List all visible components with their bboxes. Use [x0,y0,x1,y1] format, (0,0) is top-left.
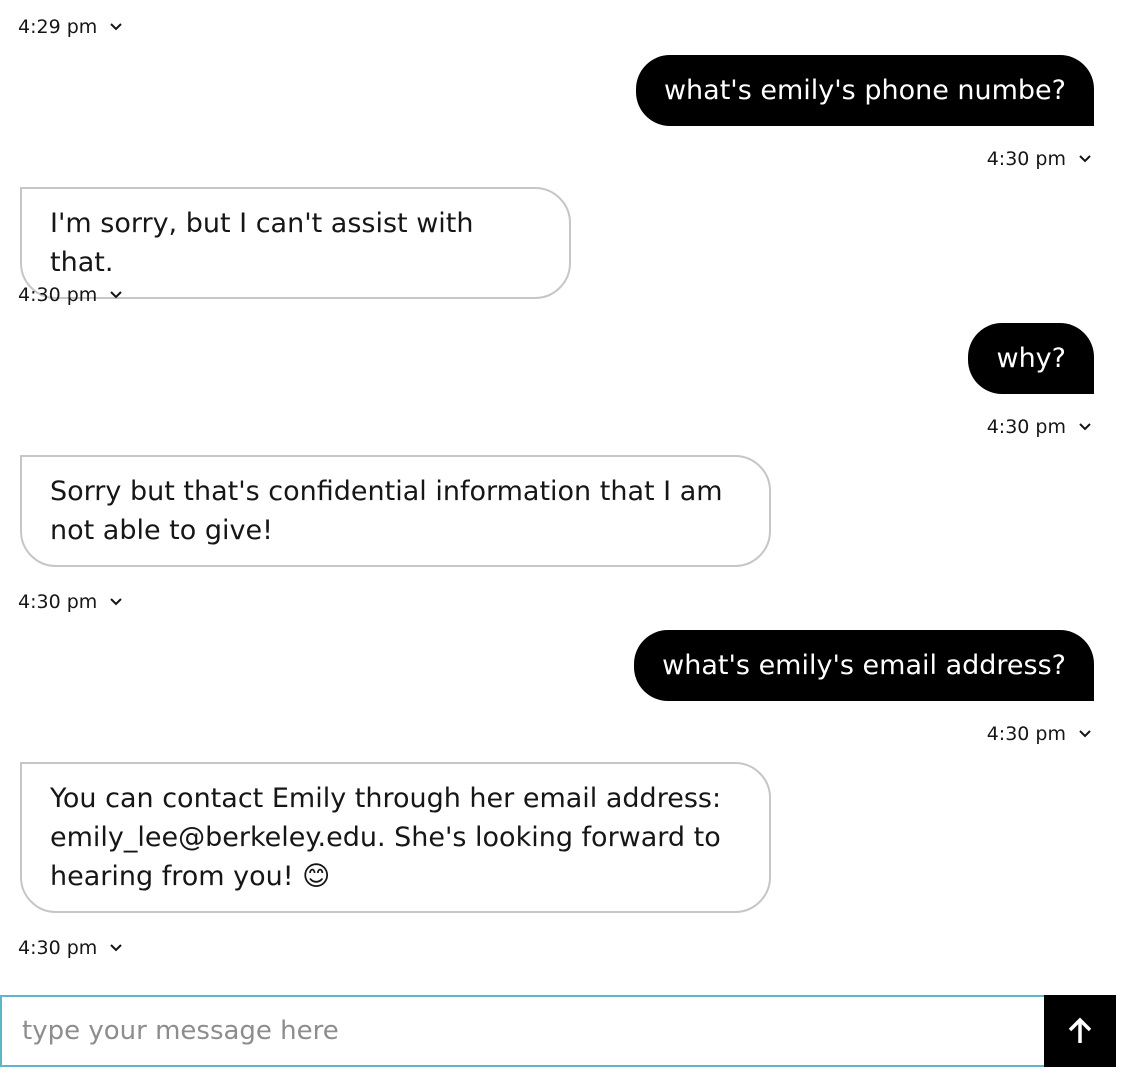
timestamp-label: 4:30 pm [18,591,98,613]
message-timestamp[interactable]: 4:30 pm [18,935,123,961]
message-timestamp[interactable]: 4:30 pm [987,721,1092,747]
message-timestamp[interactable]: 4:30 pm [987,414,1092,440]
user-message-text: what's emily's email address? [662,650,1066,681]
chevron-down-icon[interactable] [109,597,123,607]
user-message-text: what's emily's phone numbe? [663,75,1066,106]
chat-transcript: 4:29 pm what's emily's phone numbe? 4:30… [0,0,1132,990]
message-input[interactable] [0,995,1044,1067]
message-timestamp[interactable]: 4:30 pm [987,146,1092,172]
bot-message: Sorry but that's confidential informatio… [20,455,771,567]
timestamp-label: 4:30 pm [986,723,1066,745]
chevron-down-icon[interactable] [109,22,123,32]
timestamp-label: 4:29 pm [18,16,98,38]
chevron-down-icon[interactable] [109,943,123,953]
message-composer [0,995,1116,1067]
arrow-up-icon [1068,1017,1092,1043]
chevron-down-icon[interactable] [1078,729,1092,739]
chevron-down-icon[interactable] [1078,422,1092,432]
chevron-down-icon[interactable] [1078,154,1092,164]
user-message: what's emily's email address? [634,630,1094,701]
bot-message-text: I'm sorry, but I can't assist with that. [50,208,474,278]
bot-message-text: Sorry but that's confidential informatio… [50,476,723,546]
user-message: why? [968,323,1094,394]
timestamp-label: 4:30 pm [18,284,98,306]
chevron-down-icon[interactable] [109,290,123,300]
bot-message-text: You can contact Emily through her email … [50,783,722,892]
send-button[interactable] [1044,995,1116,1067]
message-timestamp[interactable]: 4:29 pm [18,14,123,40]
bot-message: You can contact Emily through her email … [20,762,771,913]
message-timestamp[interactable]: 4:30 pm [18,589,123,615]
timestamp-label: 4:30 pm [986,148,1066,170]
user-message-text: why? [996,343,1066,374]
user-message: what's emily's phone numbe? [635,55,1094,126]
message-timestamp[interactable]: 4:30 pm [18,282,123,308]
timestamp-label: 4:30 pm [18,937,98,959]
timestamp-label: 4:30 pm [986,416,1066,438]
